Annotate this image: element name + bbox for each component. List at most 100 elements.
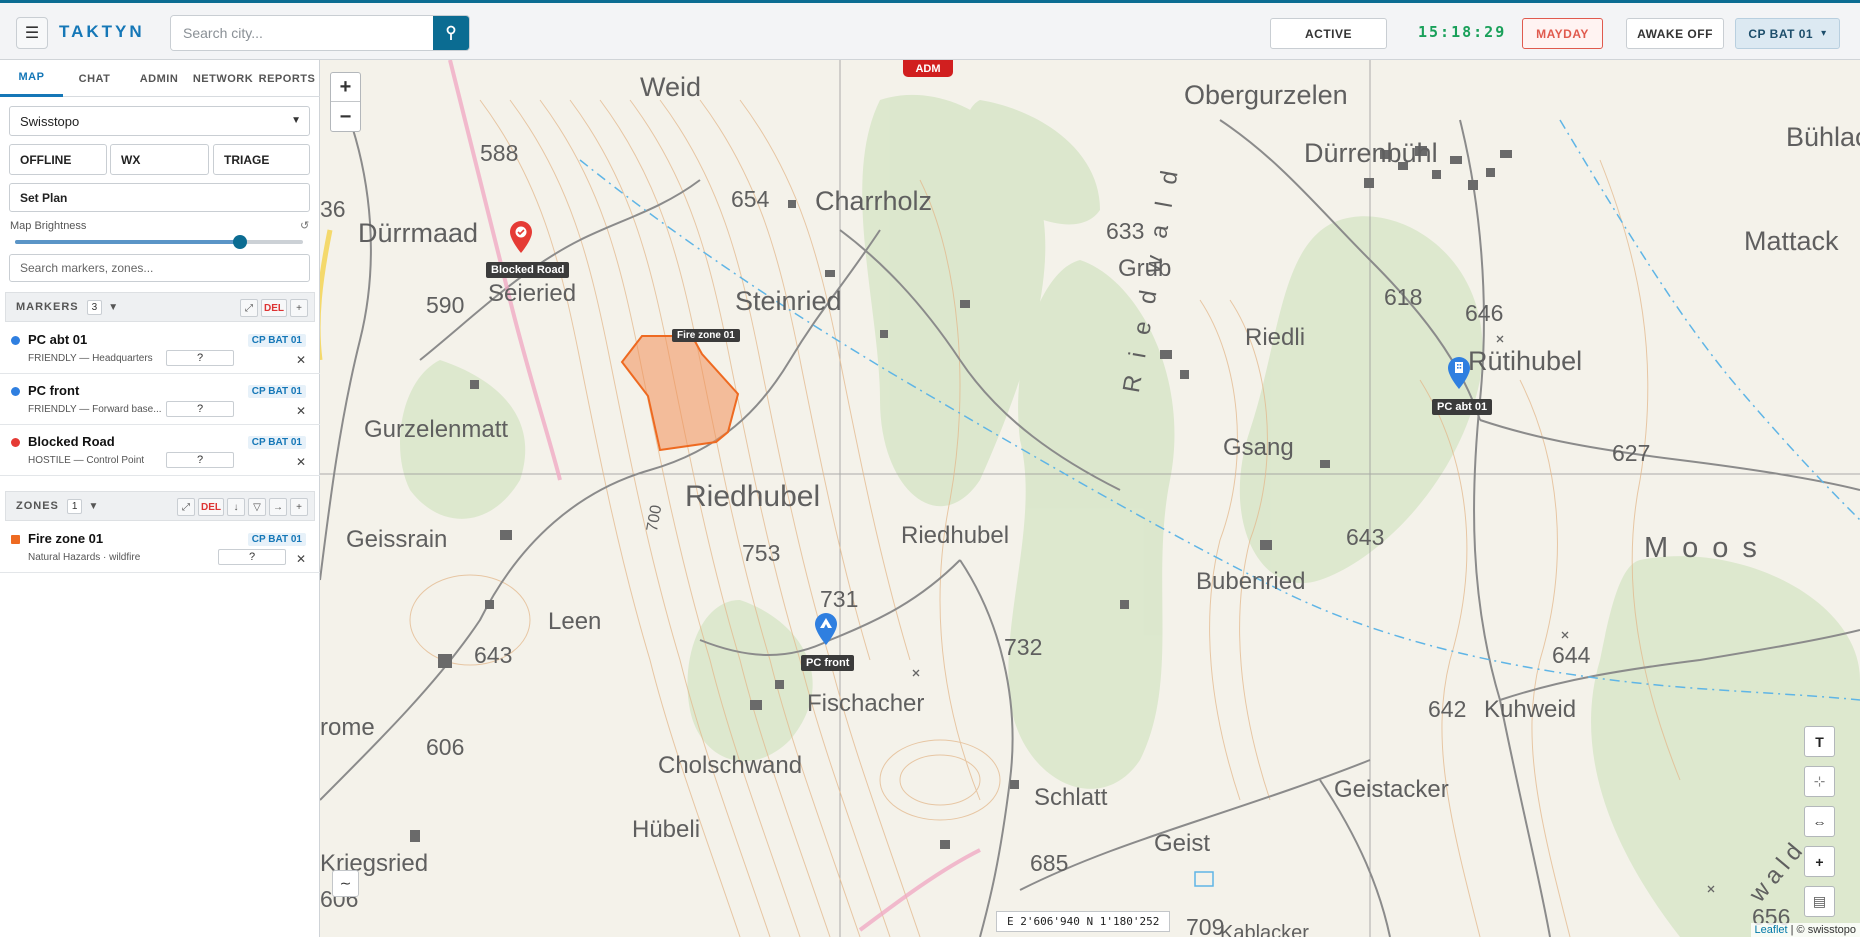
top-bar: ☰ TAKTYN ACTIVE 15:18:29 MAYDAY AWAKE OF… (0, 0, 1860, 60)
measure-tool-button[interactable]: ⇔ (1804, 806, 1835, 837)
altitude-label: 606 (426, 734, 465, 760)
arrow-right-icon[interactable]: → (269, 498, 287, 516)
marker-subtitle: FRIENDLY — Headquarters (28, 353, 153, 364)
place-label: Rütihubel (1468, 346, 1583, 376)
brightness-reset-icon[interactable]: ↺ (300, 219, 309, 232)
place-label: Dürrenbühl (1304, 138, 1438, 168)
expand-icon[interactable]: ⤢ (240, 299, 258, 317)
tab-reports[interactable]: REPORTS (254, 60, 320, 97)
zoom-in-button[interactable]: + (331, 73, 360, 102)
place-label: Geistacker (1334, 776, 1449, 803)
forward-base-marker-pin-icon[interactable] (813, 612, 839, 646)
remove-marker-icon[interactable]: ✕ (296, 455, 306, 469)
text-tool-button[interactable]: T (1804, 726, 1835, 757)
offline-button[interactable]: OFFLINE (9, 144, 107, 175)
marker-qty-field[interactable]: ? (166, 350, 234, 366)
sidebar-tabs: MAP CHAT ADMIN NETWORK REPORTS (0, 60, 320, 97)
triage-button[interactable]: TRIAGE (213, 144, 310, 175)
place-label: rome (320, 714, 375, 741)
place-label: Weid (640, 72, 702, 102)
city-search (170, 15, 470, 51)
zone-item[interactable]: Fire zone 01 Natural Hazards · wildfire … (0, 522, 320, 573)
markers-section-header[interactable]: MARKERS 3 ▼ ⤢ DEL + (5, 292, 315, 322)
collapse-icon[interactable]: ▼ (108, 302, 118, 313)
fire-zone-polygon[interactable] (620, 335, 740, 452)
altitude-label: 646 (1465, 300, 1504, 326)
map-source-select[interactable]: Swisstopo ▼ (9, 106, 310, 136)
remove-zone-icon[interactable]: ✕ (296, 552, 306, 566)
wx-button[interactable]: WX (110, 144, 209, 175)
tab-chat[interactable]: CHAT (63, 60, 126, 97)
filter-icon[interactable]: ▽ (248, 498, 266, 516)
map-attribution: Leaflet | © swisstopo (1750, 923, 1860, 937)
marker-filter-input[interactable] (9, 254, 310, 282)
marker-label-blocked-road[interactable]: Blocked Road (486, 262, 570, 278)
tab-map[interactable]: MAP (0, 60, 63, 97)
unit-label: CP BAT 01 (1748, 26, 1814, 41)
crosshair-tool-button[interactable]: ⊹ (1804, 766, 1835, 797)
layers-tool-button[interactable]: ▤ (1804, 886, 1835, 917)
brightness-slider[interactable] (15, 235, 303, 249)
place-label: Charrholz (815, 186, 933, 216)
marker-qty-field[interactable]: ? (166, 452, 234, 468)
zone-unit-badge: CP BAT 01 (247, 533, 306, 546)
marker-label-pc-abt-01[interactable]: PC abt 01 (1432, 399, 1493, 415)
brightness-label: Map Brightness (10, 220, 87, 232)
altitude-label: 643 (1346, 524, 1385, 550)
city-search-button[interactable] (433, 16, 469, 50)
headquarters-marker-pin-icon[interactable] (1446, 356, 1472, 390)
zoom-control: + − (330, 72, 361, 132)
hostile-marker-pin-icon[interactable] (508, 220, 534, 254)
download-icon[interactable]: ↓ (227, 498, 245, 516)
marker-subtitle: HOSTILE — Control Point (28, 455, 145, 466)
friendly-dot-icon (11, 387, 20, 396)
zone-qty-field[interactable]: ? (218, 549, 286, 565)
altitude-label: 642 (1428, 696, 1467, 722)
remove-marker-icon[interactable]: ✕ (296, 353, 306, 367)
city-search-input[interactable] (171, 16, 435, 50)
marker-label-pc-front[interactable]: PC front (801, 655, 855, 671)
attribution-text: | © swisstopo (1787, 924, 1856, 936)
collapse-icon[interactable]: ▼ (88, 501, 98, 512)
place-label: Mattack (1744, 226, 1839, 256)
marker-unit-badge: CP BAT 01 (247, 334, 306, 347)
wave-icon[interactable]: ∼ (332, 870, 359, 897)
delete-markers-button[interactable]: DEL (261, 299, 287, 317)
delete-zones-button[interactable]: DEL (198, 498, 224, 516)
markers-count: 3 (86, 299, 103, 315)
unit-selector[interactable]: CP BAT 01 ▾ (1735, 18, 1840, 49)
mayday-button[interactable]: MAYDAY (1522, 18, 1603, 49)
awake-toggle[interactable]: AWAKE OFF (1626, 18, 1724, 49)
marker-item[interactable]: Blocked Road HOSTILE — Control Point CP … (0, 425, 320, 476)
app-brand: TAKTYN (59, 22, 145, 41)
add-marker-button[interactable]: + (290, 299, 308, 317)
brightness-slider-thumb[interactable] (232, 235, 247, 249)
tab-admin[interactable]: ADMIN (126, 60, 192, 97)
place-label: Kuhweid (1484, 696, 1577, 723)
zones-section-header[interactable]: ZONES 1 ▼ ⤢ DEL ↓ ▽ → + (5, 491, 315, 521)
status-button[interactable]: ACTIVE (1270, 18, 1387, 49)
zone-title: Fire zone 01 (28, 531, 104, 546)
place-label: Geissrain (346, 526, 448, 553)
add-zone-button[interactable]: + (290, 498, 308, 516)
zones-count: 1 (66, 498, 83, 514)
place-label: Riedhubel (685, 480, 821, 513)
remove-marker-icon[interactable]: ✕ (296, 404, 306, 418)
zoom-out-button[interactable]: − (331, 103, 360, 132)
place-label: Kablacker (1220, 922, 1309, 937)
tab-network[interactable]: NETWORK (192, 60, 254, 97)
hostile-dot-icon (11, 438, 20, 447)
leaflet-link[interactable]: Leaflet (1755, 924, 1788, 936)
marker-qty-field[interactable]: ? (166, 401, 234, 417)
set-plan-button[interactable]: Set Plan (9, 183, 310, 212)
marker-item[interactable]: PC front FRIENDLY — Forward base... CP B… (0, 374, 320, 425)
add-tool-button[interactable]: + (1804, 846, 1835, 877)
zone-label-fire-zone[interactable]: Fire zone 01 (672, 329, 740, 342)
menu-button[interactable]: ☰ (16, 17, 48, 49)
zone-square-icon (11, 535, 20, 544)
map-canvas[interactable]: Weid Obergurzelen Dürrenbühl Bühlac Char… (320, 60, 1860, 937)
place-label: Gsang (1223, 434, 1294, 461)
expand-icon[interactable]: ⤢ (177, 498, 195, 516)
marker-item[interactable]: PC abt 01 FRIENDLY — Headquarters CP BAT… (0, 323, 320, 374)
adm-badge[interactable]: ADM (903, 60, 953, 77)
